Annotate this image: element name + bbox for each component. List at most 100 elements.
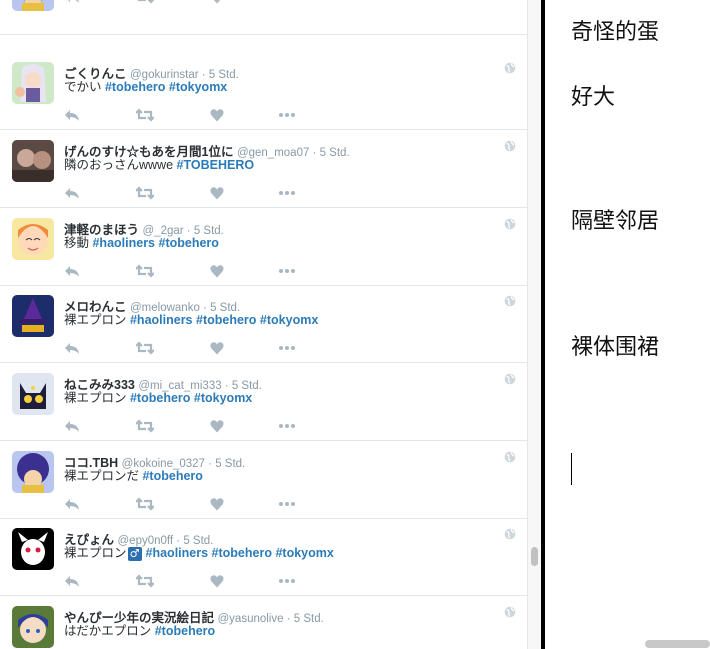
like-heart-icon[interactable] bbox=[210, 0, 228, 4]
like-heart-icon[interactable] bbox=[210, 574, 228, 588]
like-heart-icon[interactable] bbox=[210, 419, 228, 433]
more-options-icon[interactable] bbox=[278, 341, 296, 355]
hashtag-link[interactable]: #tobehero bbox=[196, 313, 256, 327]
hashtag-link[interactable]: #tokyomx bbox=[275, 546, 333, 560]
hashtag-link[interactable]: #tokyomx bbox=[260, 313, 318, 327]
tweet-item[interactable]: ココ.TBH @kokoine_0327 · 5 Std. 裸エプロンだ #tob… bbox=[0, 441, 527, 519]
more-options-icon[interactable] bbox=[278, 574, 296, 588]
separator-dot: · bbox=[204, 458, 216, 470]
male-sign-emoji: ♂ bbox=[127, 547, 142, 561]
more-options-icon[interactable] bbox=[278, 108, 296, 122]
tweet-text: 裸エプロン #tobehero #tokyomx bbox=[64, 387, 252, 406]
reply-icon[interactable] bbox=[64, 419, 82, 433]
white-creature-avatar[interactable] bbox=[12, 528, 54, 570]
tweet-item[interactable]: 津軽のまほう @_2gar · 5 Std. 移動 #haoliners #tob… bbox=[0, 208, 527, 286]
purple-afro-avatar[interactable] bbox=[12, 451, 54, 493]
reply-icon[interactable] bbox=[64, 574, 82, 588]
globe-icon bbox=[504, 527, 516, 540]
tweet-item[interactable]: 怪しいたまごだ #tobehero bbox=[0, 0, 527, 35]
retweet-icon[interactable] bbox=[136, 419, 154, 433]
tweet-actions bbox=[64, 186, 304, 202]
like-heart-icon[interactable] bbox=[210, 264, 228, 278]
tweet-item[interactable]: ごくりんこ @gokurinstar · 5 Std. でかい #tobehero… bbox=[0, 52, 527, 130]
hashtag-link[interactable]: #tobehero bbox=[212, 546, 272, 560]
retweet-icon[interactable] bbox=[136, 341, 154, 355]
text-caret bbox=[571, 453, 572, 485]
more-options-icon[interactable] bbox=[278, 0, 296, 4]
tweet-text: 裸エプロン #haoliners #tobehero #tokyomx bbox=[64, 309, 318, 328]
tweet-text-body: はだかエプロン bbox=[64, 624, 155, 638]
editor-text-line[interactable]: 奇怪的蛋 bbox=[571, 14, 659, 46]
globe-icon bbox=[504, 605, 516, 618]
more-options-icon[interactable] bbox=[278, 419, 296, 433]
tweet-author-handle[interactable]: @yasunolive bbox=[218, 613, 284, 625]
purple-afro-avatar[interactable] bbox=[12, 0, 54, 11]
tweet-text-body: でかい bbox=[64, 80, 105, 94]
tweet-text: 裸エプロンだ #tobehero bbox=[64, 465, 203, 484]
tweet-timestamp[interactable]: 5 Std. bbox=[294, 613, 324, 625]
reply-icon[interactable] bbox=[64, 186, 82, 200]
retweet-icon[interactable] bbox=[136, 108, 154, 122]
tweet-timestamp[interactable]: 5 Std. bbox=[320, 147, 350, 159]
tweet-actions bbox=[64, 419, 304, 435]
feed-scrollbar[interactable] bbox=[527, 0, 542, 649]
more-options-icon[interactable] bbox=[278, 497, 296, 511]
retweet-icon[interactable] bbox=[136, 264, 154, 278]
like-heart-icon[interactable] bbox=[210, 497, 228, 511]
editor-text-line[interactable]: 好大 bbox=[571, 79, 615, 111]
hashtag-link[interactable]: #tobehero bbox=[155, 624, 215, 638]
hashtag-link[interactable]: #tobehero bbox=[130, 391, 190, 405]
tweet-text: 隣のおっさんwwwe #TOBEHERO bbox=[64, 154, 254, 173]
retweet-icon[interactable] bbox=[136, 497, 154, 511]
globe-icon bbox=[504, 372, 516, 385]
photo-avatar[interactable] bbox=[12, 140, 54, 182]
anime-boy-avatar[interactable] bbox=[12, 606, 54, 648]
editor-text-line[interactable]: 隔壁邻居 bbox=[571, 203, 659, 235]
tweet-text-body: 裸エプロン bbox=[64, 391, 130, 405]
retweet-icon[interactable] bbox=[136, 186, 154, 200]
editor-horizontal-scrollbar[interactable] bbox=[645, 640, 710, 648]
hashtag-link[interactable]: #tobehero bbox=[105, 80, 165, 94]
hashtag-link[interactable]: #tokyomx bbox=[194, 391, 252, 405]
reply-icon[interactable] bbox=[64, 497, 82, 511]
tweet-item[interactable]: メロわんこ @melowanko · 5 Std. 裸エプロン #haoliner… bbox=[0, 285, 527, 363]
tweet-timestamp[interactable]: 5 Std. bbox=[215, 458, 245, 470]
tweet-text-body: 裸エプロン bbox=[64, 313, 130, 327]
more-options-icon[interactable] bbox=[278, 186, 296, 200]
tweet-item[interactable]: げんのすけ☆もあを月間1位に @gen_moa07 · 5 Std. 隣のおっさん… bbox=[0, 130, 527, 208]
globe-icon bbox=[504, 61, 516, 74]
tweet-actions bbox=[64, 108, 304, 124]
feed-scroll-thumb[interactable] bbox=[531, 547, 538, 566]
smiling-anime-girl-avatar[interactable] bbox=[12, 218, 54, 260]
tweet-text: 裸エプロン ♂ #haoliners #tobehero #tokyomx bbox=[64, 542, 334, 561]
black-cat-avatar[interactable] bbox=[12, 373, 54, 415]
hashtag-link[interactable]: #haoliners bbox=[130, 313, 193, 327]
editor-text-line[interactable]: 裸体围裙 bbox=[571, 329, 659, 361]
hashtag-link[interactable]: #haoliners bbox=[146, 546, 209, 560]
tweet-item[interactable]: やんぴー少年の実況絵日記 @yasunolive · 5 Std. はだかエプロン… bbox=[0, 596, 527, 649]
hashtag-link[interactable]: #TOBEHERO bbox=[177, 158, 255, 172]
reply-icon[interactable] bbox=[64, 0, 82, 4]
globe-icon bbox=[504, 450, 516, 463]
tweet-item[interactable]: ねこみみ333 @mi_cat_mi333 · 5 Std. 裸エプロン #tob… bbox=[0, 363, 527, 441]
hashtag-link[interactable]: #tokyomx bbox=[169, 80, 227, 94]
tweet-item[interactable]: えぴょん @epy0n0ff · 5 Std. 裸エプロン ♂ #haoliners … bbox=[0, 518, 527, 596]
retweet-icon[interactable] bbox=[136, 574, 154, 588]
tweet-actions bbox=[64, 0, 304, 6]
text-editor[interactable]: 奇怪的蛋好大隔壁邻居裸体围裙 bbox=[545, 0, 710, 649]
like-heart-icon[interactable] bbox=[210, 108, 228, 122]
anime-girl-thumbsup-avatar[interactable] bbox=[12, 62, 54, 104]
hashtag-link[interactable]: #tobehero bbox=[142, 469, 202, 483]
more-options-icon[interactable] bbox=[278, 264, 296, 278]
wizard-hat-avatar[interactable] bbox=[12, 295, 54, 337]
reply-icon[interactable] bbox=[64, 264, 82, 278]
hashtag-link[interactable]: #haoliners bbox=[92, 236, 155, 250]
retweet-icon[interactable] bbox=[136, 0, 154, 4]
like-heart-icon[interactable] bbox=[210, 341, 228, 355]
reply-icon[interactable] bbox=[64, 108, 82, 122]
tweet-text-body: 移動 bbox=[64, 236, 93, 250]
reply-icon[interactable] bbox=[64, 341, 82, 355]
globe-icon bbox=[504, 217, 516, 230]
hashtag-link[interactable]: #tobehero bbox=[159, 236, 219, 250]
like-heart-icon[interactable] bbox=[210, 186, 228, 200]
